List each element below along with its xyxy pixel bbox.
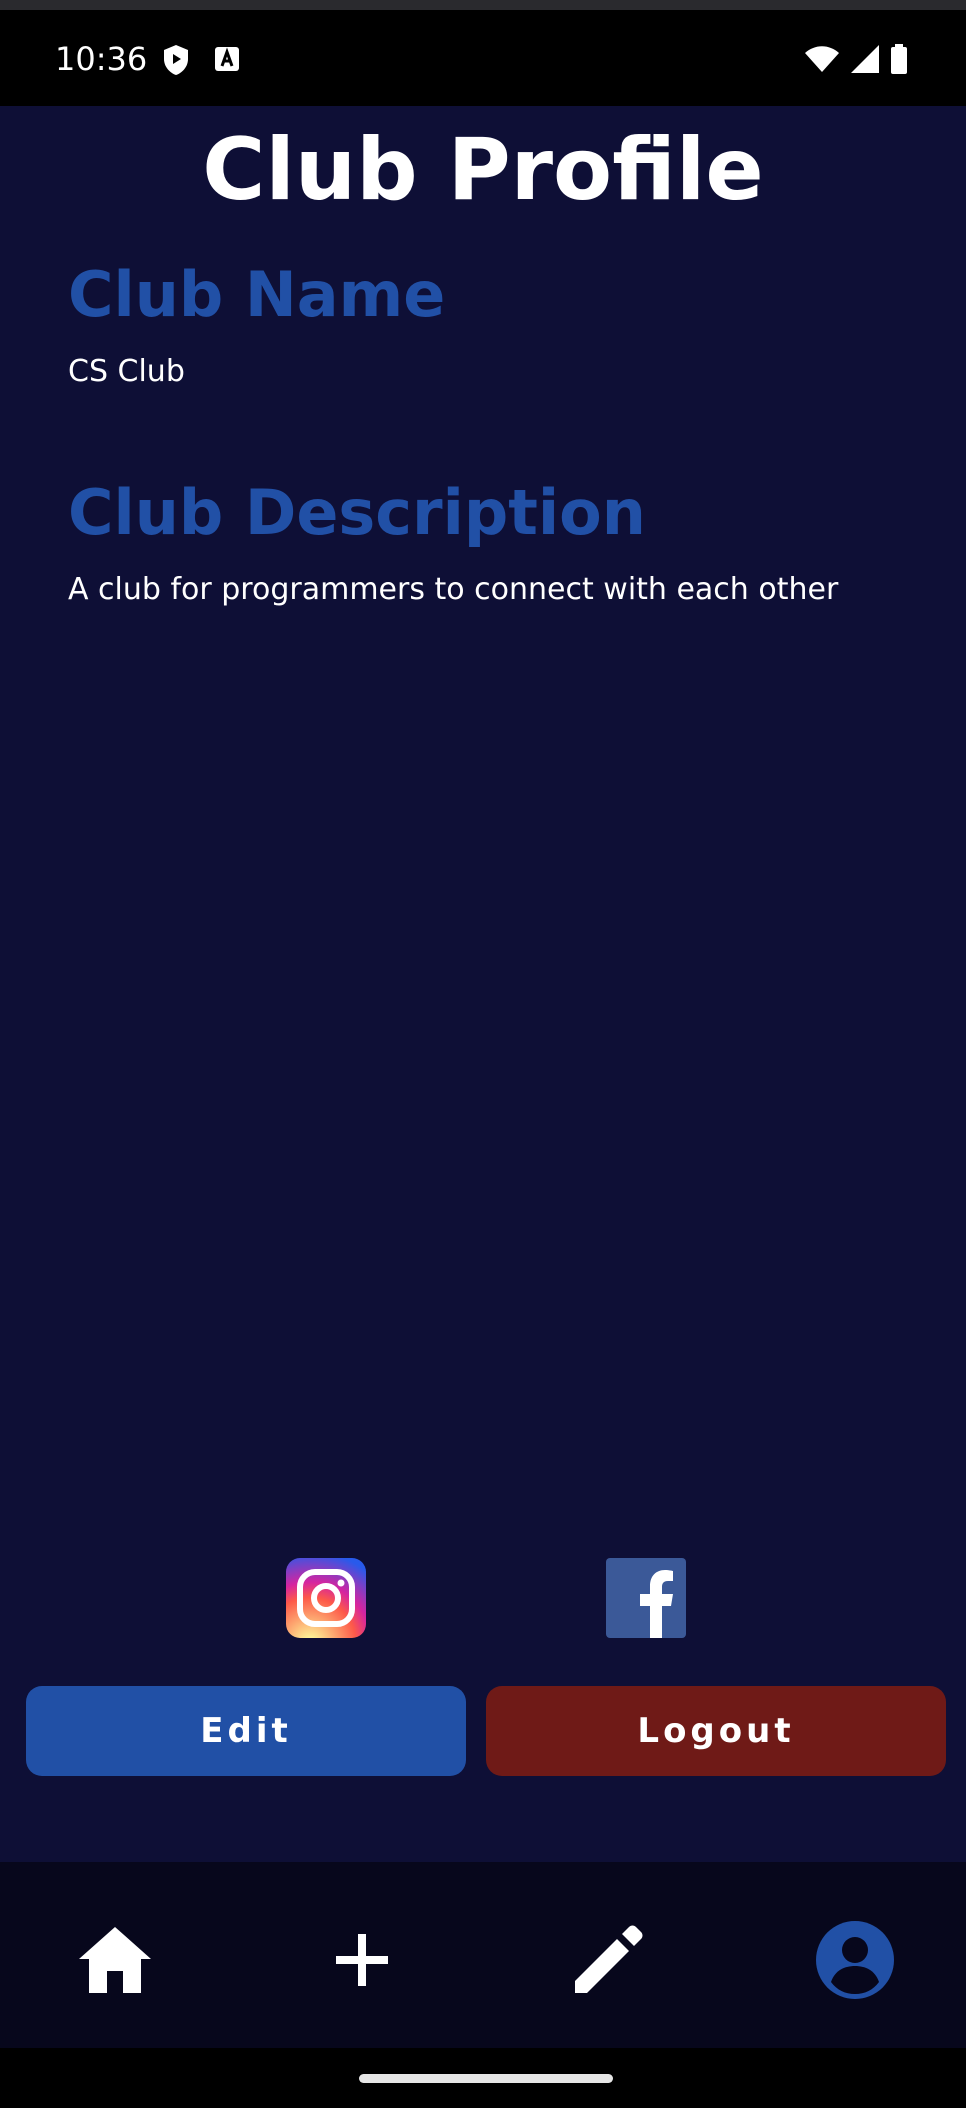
status-right-group (804, 44, 908, 78)
bottom-navigation (0, 1862, 966, 2048)
plus-icon (332, 1930, 392, 1994)
nav-profile[interactable] (810, 1917, 900, 2007)
page-title: Club Profile (202, 120, 764, 220)
facebook-icon[interactable] (606, 1558, 686, 1638)
account-icon (815, 1920, 895, 2004)
pencil-icon (571, 1923, 645, 2001)
gesture-area (0, 2048, 966, 2108)
club-name-value: CS Club (68, 354, 185, 389)
battery-icon (890, 44, 908, 78)
nav-home[interactable] (70, 1917, 160, 2007)
home-gesture-pill[interactable] (359, 2074, 613, 2083)
nav-edit[interactable] (563, 1917, 653, 2007)
logout-button[interactable]: Logout (486, 1686, 946, 1776)
club-description-value: A club for programmers to connect with e… (68, 572, 839, 607)
status-bar: 10:36 (0, 0, 966, 106)
social-links (0, 1558, 966, 1640)
status-time: 10:36 (55, 40, 148, 78)
shield-icon (162, 44, 190, 80)
instagram-icon[interactable] (286, 1558, 366, 1638)
club-name-heading: Club Name (68, 258, 446, 331)
edit-button[interactable]: Edit (26, 1686, 466, 1776)
nav-create[interactable] (317, 1917, 407, 2007)
signal-icon (850, 44, 880, 78)
a-box-icon (214, 46, 240, 76)
club-description-heading: Club Description (68, 476, 646, 549)
wifi-icon (804, 45, 840, 77)
home-icon (77, 1925, 153, 1999)
